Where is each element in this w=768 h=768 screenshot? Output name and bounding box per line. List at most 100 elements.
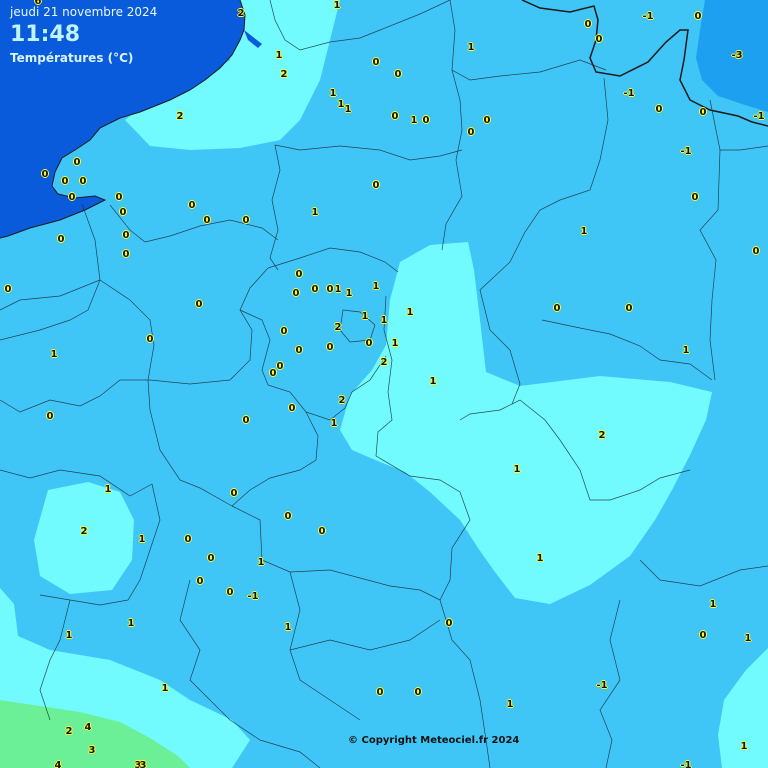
station-temperature: 0: [41, 169, 49, 180]
station-temperature: 0: [376, 687, 384, 698]
station-temperature: 3: [88, 745, 96, 756]
station-temperature: 1: [740, 741, 748, 752]
station-temperature: 0: [372, 180, 380, 191]
station-temperature: 1: [467, 42, 475, 53]
station-temperature: 0: [295, 269, 303, 280]
station-temperature: 2: [80, 526, 88, 537]
station-temperature: 6: [34, 0, 42, 7]
station-temperature: 0: [195, 299, 203, 310]
station-temperature: 0: [691, 192, 699, 203]
station-temperature: 1: [406, 307, 414, 318]
station-temperature: 0: [694, 11, 702, 22]
station-temperature: 1: [536, 553, 544, 564]
station-temperature: 1: [580, 226, 588, 237]
station-temperature: 2: [338, 395, 346, 406]
station-temperature: 0: [553, 303, 561, 314]
station-temperature: 0: [184, 534, 192, 545]
station-temperature: 2: [598, 430, 606, 441]
station-temperature: 0: [326, 284, 334, 295]
station-temperature: 0: [391, 111, 399, 122]
station-temperature: 0: [311, 284, 319, 295]
station-temperature: 1: [329, 88, 337, 99]
temperature-map: jeudi 21 novembre 2024 11:48 Température…: [0, 0, 768, 768]
station-temperature: 0: [295, 345, 303, 356]
station-temperature: 3: [139, 760, 147, 768]
station-temperature: 0: [372, 57, 380, 68]
station-temperature: 1: [682, 345, 690, 356]
station-temperature: 1: [506, 699, 514, 710]
station-temperature: 0: [226, 587, 234, 598]
station-temperature: 0: [122, 230, 130, 241]
station-temperature: 1: [65, 630, 73, 641]
station-temperature: 0: [242, 215, 250, 226]
station-temperature: -1: [596, 680, 608, 691]
station-temperature: 0: [57, 234, 65, 245]
station-temperature: 1: [361, 311, 369, 322]
station-temperature: 1: [345, 288, 353, 299]
station-temperature: 0: [394, 69, 402, 80]
station-temperature: 4: [54, 760, 62, 768]
station-temperature: -1: [642, 11, 654, 22]
forecast-date: jeudi 21 novembre 2024: [10, 5, 158, 19]
station-temperature: 0: [422, 115, 430, 126]
station-temperature: 2: [380, 357, 388, 368]
station-temperature: 1: [333, 0, 341, 11]
station-temperature: -3: [731, 50, 743, 61]
station-temperature: 0: [655, 104, 663, 115]
station-temperature: 2: [237, 8, 245, 19]
station-temperature: -1: [247, 591, 259, 602]
station-temperature: 2: [65, 726, 73, 737]
station-temperature: 4: [84, 722, 92, 733]
station-temperature: 0: [365, 338, 373, 349]
station-temperature: 1: [127, 618, 135, 629]
station-temperature: 1: [380, 315, 388, 326]
map-title: Températures (°C): [10, 51, 134, 65]
station-temperature: -1: [753, 111, 765, 122]
station-temperature: 0: [288, 403, 296, 414]
station-temperature: 1: [311, 207, 319, 218]
station-temperature: 0: [584, 19, 592, 30]
station-temperature: 0: [61, 176, 69, 187]
station-temperature: 1: [344, 104, 352, 115]
station-temperature: 0: [203, 215, 211, 226]
map-canvas: [0, 0, 768, 768]
station-temperature: 1: [334, 284, 342, 295]
station-temperature: 0: [280, 326, 288, 337]
station-temperature: 0: [284, 511, 292, 522]
station-temperature: 0: [445, 618, 453, 629]
station-temperature: -1: [623, 88, 635, 99]
station-temperature: 0: [414, 687, 422, 698]
station-temperature: 2: [176, 111, 184, 122]
station-temperature: 0: [115, 192, 123, 203]
station-temperature: 0: [242, 415, 250, 426]
station-temperature: -1: [680, 146, 692, 157]
station-temperature: 0: [276, 361, 284, 372]
station-temperature: 0: [326, 342, 334, 353]
station-temperature: 1: [744, 633, 752, 644]
station-temperature: -1: [680, 760, 692, 768]
station-temperature: 0: [318, 526, 326, 537]
copyright-notice: © Copyright Meteociel.fr 2024: [348, 735, 520, 746]
station-temperature: 1: [50, 349, 58, 360]
station-temperature: 0: [292, 288, 300, 299]
station-temperature: 1: [410, 115, 418, 126]
station-temperature: 1: [161, 683, 169, 694]
station-temperature: 1: [284, 622, 292, 633]
station-temperature: 1: [429, 376, 437, 387]
station-temperature: 1: [513, 464, 521, 475]
station-temperature: 2: [280, 69, 288, 80]
station-temperature: 0: [73, 157, 81, 168]
station-temperature: 2: [334, 322, 342, 333]
station-temperature: 1: [275, 50, 283, 61]
station-temperature: 0: [122, 249, 130, 260]
station-temperature: 0: [188, 200, 196, 211]
station-temperature: 0: [269, 368, 277, 379]
station-temperature: 0: [699, 630, 707, 641]
temperature-band-2-west: [34, 482, 134, 594]
station-temperature: 0: [46, 411, 54, 422]
station-temperature: 1: [372, 281, 380, 292]
station-temperature: 1: [330, 418, 338, 429]
station-temperature: 1: [257, 557, 265, 568]
station-temperature: 0: [752, 246, 760, 257]
station-temperature: 0: [146, 334, 154, 345]
